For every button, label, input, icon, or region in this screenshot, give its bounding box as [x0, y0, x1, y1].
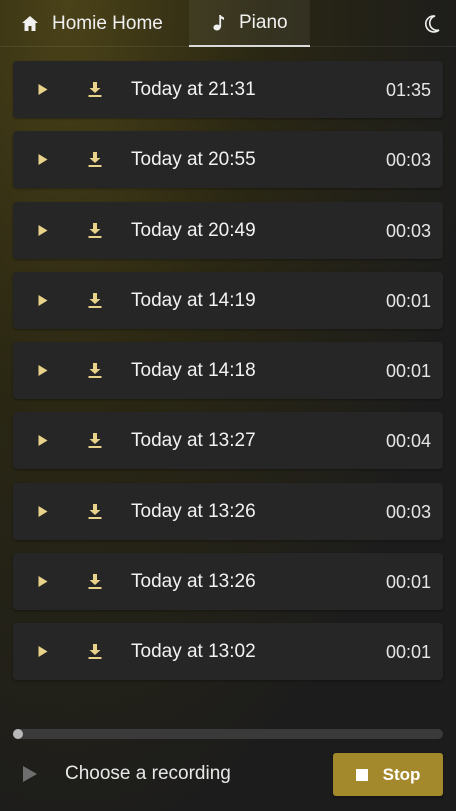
recording-row: Today at 20:55 00:03: [13, 131, 443, 189]
recording-row: Today at 13:27 00:04: [13, 412, 443, 470]
recording-row: Today at 13:26 00:01: [13, 553, 443, 611]
download-icon[interactable]: [88, 152, 102, 168]
player-play-icon[interactable]: [22, 765, 38, 783]
play-icon[interactable]: [37, 575, 49, 588]
recording-duration: 00:04: [385, 431, 431, 452]
recording-timestamp: Today at 14:19: [131, 289, 256, 311]
recording-row: Today at 13:02 00:01: [13, 623, 443, 681]
tab-piano[interactable]: Piano: [189, 0, 310, 47]
now-playing-label: Choose a recording: [65, 763, 231, 784]
recording-row: Today at 20:49 00:03: [13, 201, 443, 259]
recording-row: Today at 14:19 00:01: [13, 271, 443, 329]
recording-timestamp: Today at 13:26: [131, 500, 256, 522]
download-icon[interactable]: [88, 503, 102, 519]
recording-timestamp: Today at 20:49: [131, 219, 256, 241]
theme-toggle-button[interactable]: [408, 0, 456, 47]
play-icon[interactable]: [37, 294, 49, 307]
download-icon[interactable]: [88, 222, 102, 238]
stop-button[interactable]: Stop: [333, 753, 443, 796]
recording-timestamp: Today at 20:55: [131, 149, 256, 171]
play-icon[interactable]: [37, 153, 49, 166]
recording-duration: 00:01: [385, 572, 431, 593]
play-icon[interactable]: [37, 434, 49, 447]
play-icon[interactable]: [37, 83, 49, 96]
recording-row: Today at 13:26 00:03: [13, 482, 443, 540]
recording-duration: 01:35: [385, 80, 431, 100]
recording-duration: 00:03: [385, 220, 431, 241]
download-icon[interactable]: [88, 363, 102, 379]
recording-duration: 00:01: [385, 642, 431, 663]
recording-timestamp: Today at 21:31: [131, 79, 256, 100]
recording-timestamp: Today at 13:26: [131, 571, 256, 593]
play-icon[interactable]: [37, 364, 49, 377]
download-icon[interactable]: [88, 82, 102, 97]
nav-divider: [0, 46, 456, 47]
stop-icon: [355, 768, 368, 781]
top-nav: Homie Home Piano: [0, 0, 456, 47]
play-icon[interactable]: [37, 505, 49, 518]
download-icon[interactable]: [88, 433, 102, 449]
play-icon[interactable]: [37, 224, 49, 237]
recording-duration: 00:03: [385, 501, 431, 522]
music-note-icon: [213, 15, 224, 31]
tab-homie-home[interactable]: Homie Home: [0, 0, 189, 47]
recording-row: Today at 21:31 01:35: [13, 61, 443, 118]
home-icon: [22, 16, 38, 31]
stop-button-label: Stop: [382, 764, 421, 784]
download-icon[interactable]: [88, 292, 102, 308]
tab-homie-home-label: Homie Home: [52, 12, 163, 34]
progress-handle[interactable]: [13, 729, 23, 739]
download-icon[interactable]: [88, 644, 102, 660]
recording-timestamp: Today at 13:27: [131, 430, 256, 452]
moon-icon: [425, 14, 440, 33]
recording-row: Today at 14:18 00:01: [13, 342, 443, 400]
playback-progress-bar[interactable]: [13, 729, 443, 739]
tab-piano-label: Piano: [239, 11, 288, 33]
recording-duration: 00:03: [385, 150, 431, 171]
recording-timestamp: Today at 13:02: [131, 641, 256, 663]
recording-duration: 00:01: [385, 361, 431, 382]
recording-timestamp: Today at 14:18: [131, 360, 256, 382]
play-icon[interactable]: [37, 645, 49, 658]
recording-duration: 00:01: [385, 290, 431, 311]
recordings-list: Today at 21:31 01:35 Today at 20:55 00:03 To…: [13, 61, 443, 694]
download-icon[interactable]: [88, 574, 102, 590]
